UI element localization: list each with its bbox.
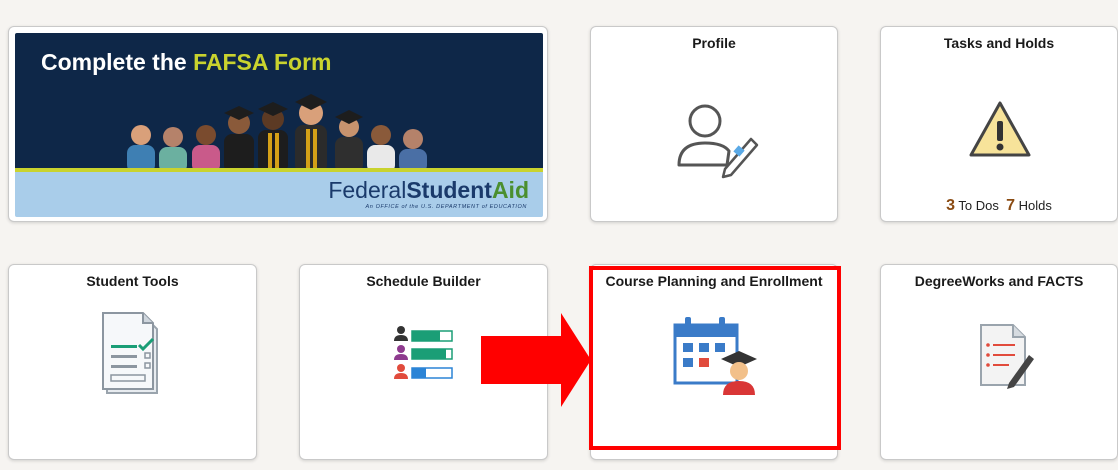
students-illustration [127,94,427,173]
calendar-graduate-icon [673,317,757,395]
federal-student-aid-subtitle: An OFFICE of the U.S. DEPARTMENT of EDUC… [365,204,527,210]
student-tools-tile[interactable]: Student Tools [8,264,257,460]
fafsa-banner-tile[interactable]: Complete the FAFSA Form FederalStudentAi… [8,26,548,222]
warning-icon [969,101,1031,157]
degreeworks-facts-tile[interactable]: DegreeWorks and FACTS [880,264,1118,460]
todos-count: 3 [946,197,956,214]
course-planning-enrollment-tile[interactable]: Course Planning and Enrollment [590,264,838,460]
holds-label: Holds [1018,198,1052,213]
profile-edit-icon [677,104,759,179]
tasks-and-holds-tile[interactable]: Tasks and Holds 3 To Dos 7 Holds [880,26,1118,222]
fafsa-banner-image: Complete the FAFSA Form FederalStudentAi… [15,33,543,217]
tile-title: Student Tools [86,273,179,289]
tile-title: Course Planning and Enrollment [605,273,823,289]
red-arrow-annotation [481,313,591,407]
document-pen-icon [980,324,1034,389]
checklist-clipboard-icon [102,312,158,394]
holds-count: 7 [1006,197,1016,214]
tile-title: Tasks and Holds [943,35,1055,51]
tile-title: Profile [692,35,736,51]
tile-title: DegreeWorks and FACTS [914,273,1084,289]
federal-student-aid-logo: FederalStudentAid [328,177,529,203]
tasks-counts: 3 To Dos 7 Holds [881,197,1117,215]
todos-label: To Dos [958,198,999,213]
profile-tile[interactable]: Profile [590,26,838,222]
schedule-builder-icon [394,326,453,379]
tile-title: Schedule Builder [366,273,481,289]
banner-headline: Complete the FAFSA Form [41,49,332,75]
